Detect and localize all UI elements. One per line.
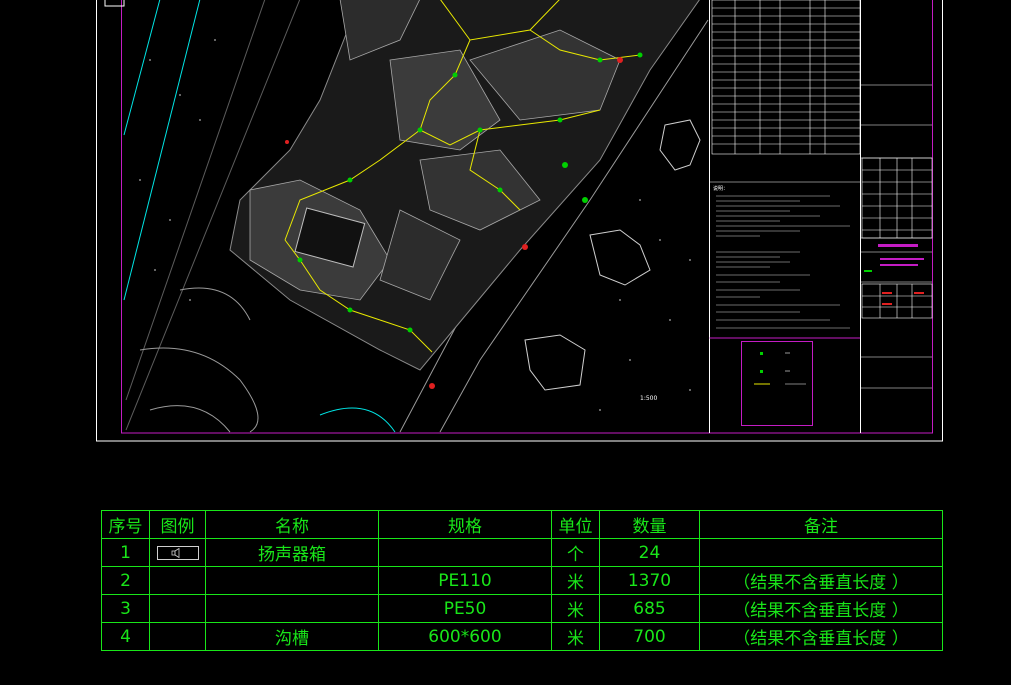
table-row: 1 扬声器箱 个 24 — [101, 538, 943, 567]
row-spec: 600*600 — [378, 622, 552, 651]
header-no: 序号 — [101, 510, 150, 539]
row-name: 扬声器箱 — [205, 538, 379, 567]
header-unit: 单位 — [551, 510, 600, 539]
table-row: 2 PE110 米 1370 （结果不含垂直长度 ） — [101, 566, 943, 595]
header-note: 备注 — [699, 510, 943, 539]
row-legend — [149, 622, 206, 651]
row-unit: 米 — [551, 566, 600, 595]
table-row: 3 PE50 米 685 （结果不含垂直长度 ） — [101, 594, 943, 623]
site-plan: 1:500 — [123, 0, 709, 433]
title-block: 说明： — [709, 0, 933, 433]
row-qty: 24 — [599, 538, 700, 567]
row-no: 1 — [101, 538, 150, 567]
header-name: 名称 — [205, 510, 379, 539]
cad-drawing: 1:500 说明： — [96, 0, 943, 442]
row-legend — [149, 538, 206, 567]
bom-header-row: 序号 图例 名称 规格 单位 数量 备注 — [101, 510, 943, 539]
row-spec: PE110 — [378, 566, 552, 595]
header-spec: 规格 — [378, 510, 552, 539]
row-legend — [149, 566, 206, 595]
row-legend — [149, 594, 206, 623]
header-legend: 图例 — [149, 510, 206, 539]
row-name — [205, 594, 379, 623]
row-name — [205, 566, 379, 595]
row-no: 3 — [101, 594, 150, 623]
row-note: （结果不含垂直长度 ） — [699, 594, 943, 623]
table-row: 4 沟槽 600*600 米 700 （结果不含垂直长度 ） — [101, 622, 943, 651]
svg-text:说明：: 说明： — [713, 185, 728, 192]
row-note — [699, 538, 943, 567]
row-unit: 米 — [551, 622, 600, 651]
row-note: （结果不含垂直长度 ） — [699, 566, 943, 595]
row-unit: 米 — [551, 594, 600, 623]
row-qty: 1370 — [599, 566, 700, 595]
row-note: （结果不含垂直长度 ） — [699, 622, 943, 651]
row-qty: 700 — [599, 622, 700, 651]
row-name: 沟槽 — [205, 622, 379, 651]
scale-label: 1:500 — [640, 395, 657, 402]
row-no: 2 — [101, 566, 150, 595]
speaker-box-icon — [156, 545, 199, 560]
bom-table: 序号 图例 名称 规格 单位 数量 备注 1 扬声器箱 个 24 2 PE110… — [101, 510, 943, 651]
row-unit: 个 — [551, 538, 600, 567]
row-spec — [378, 538, 552, 567]
row-spec: PE50 — [378, 594, 552, 623]
row-qty: 685 — [599, 594, 700, 623]
header-qty: 数量 — [599, 510, 700, 539]
row-no: 4 — [101, 622, 150, 651]
